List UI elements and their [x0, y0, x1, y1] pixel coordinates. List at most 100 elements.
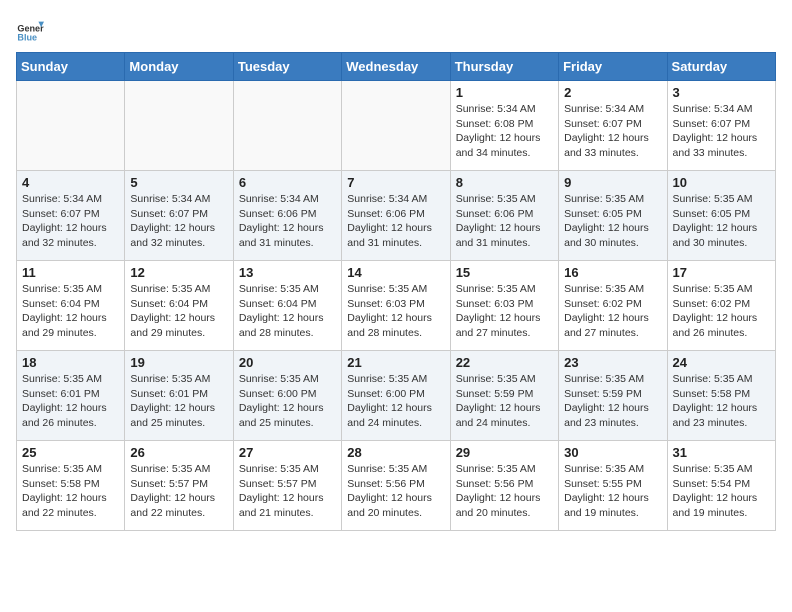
calendar-cell: 17Sunrise: 5:35 AM Sunset: 6:02 PM Dayli…	[667, 261, 775, 351]
calendar-cell: 13 Sunrise: 5:35 AM Sunset: 6:04 PM Dayli…	[233, 261, 341, 351]
calendar-cell: 16 Sunrise: 5:35 AM Sunset: 6:02 PM Dayli…	[559, 261, 667, 351]
calendar-cell: 9 Sunrise: 5:35 AM Sunset: 6:05 PM Daylig…	[559, 171, 667, 261]
day-number: 9	[564, 175, 661, 190]
day-number: 8	[456, 175, 553, 190]
calendar-week-4: 18 Sunrise: 5:35 AM Sunset: 6:01 PM Dayli…	[17, 351, 776, 441]
day-number: 13	[239, 265, 336, 280]
calendar-cell: 31Sunrise: 5:35 AM Sunset: 5:54 PM Dayli…	[667, 441, 775, 531]
calendar-cell: 24Sunrise: 5:35 AM Sunset: 5:58 PM Dayli…	[667, 351, 775, 441]
day-number: 23	[564, 355, 661, 370]
calendar-cell: 20Sunrise: 5:35 AM Sunset: 6:00 PM Dayli…	[233, 351, 341, 441]
day-info: Sunrise: 5:35 AM Sunset: 6:01 PM Dayligh…	[130, 372, 227, 431]
day-info: Sunrise: 5:35 AM Sunset: 6:04 PM Dayligh…	[130, 282, 227, 341]
day-number: 6	[239, 175, 336, 190]
calendar-cell	[17, 81, 125, 171]
calendar-cell: 28 Sunrise: 5:35 AM Sunset: 5:56 PM Dayli…	[342, 441, 450, 531]
day-number: 12	[130, 265, 227, 280]
calendar-cell	[342, 81, 450, 171]
logo-icon: General Blue	[16, 16, 44, 44]
calendar-cell: 15 Sunrise: 5:35 AM Sunset: 6:03 PM Dayli…	[450, 261, 558, 351]
day-number: 22	[456, 355, 553, 370]
day-number: 18	[22, 355, 119, 370]
header-tuesday: Tuesday	[233, 53, 341, 81]
day-info: Sunrise: 5:34 AM Sunset: 6:06 PM Dayligh…	[347, 192, 444, 251]
header-friday: Friday	[559, 53, 667, 81]
header-saturday: Saturday	[667, 53, 775, 81]
day-number: 3	[673, 85, 770, 100]
day-info: Sunrise: 5:34 AM Sunset: 6:08 PM Dayligh…	[456, 102, 553, 161]
svg-text:Blue: Blue	[17, 33, 37, 43]
day-number: 4	[22, 175, 119, 190]
day-info: Sunrise: 5:35 AM Sunset: 6:05 PM Dayligh…	[673, 192, 770, 251]
calendar-header: Sunday Monday Tuesday Wednesday Thursday…	[17, 53, 776, 81]
day-info: Sunrise: 5:35 AM Sunset: 5:56 PM Dayligh…	[456, 462, 553, 521]
day-info: Sunrise: 5:35 AM Sunset: 6:06 PM Dayligh…	[456, 192, 553, 251]
header-thursday: Thursday	[450, 53, 558, 81]
calendar-cell: 22 Sunrise: 5:35 AM Sunset: 5:59 PM Dayli…	[450, 351, 558, 441]
day-info: Sunrise: 5:35 AM Sunset: 6:00 PM Dayligh…	[347, 372, 444, 431]
calendar-cell	[125, 81, 233, 171]
day-number: 7	[347, 175, 444, 190]
calendar-cell: 3Sunrise: 5:34 AM Sunset: 6:07 PM Daylig…	[667, 81, 775, 171]
day-number: 25	[22, 445, 119, 460]
day-info: Sunrise: 5:35 AM Sunset: 5:58 PM Dayligh…	[22, 462, 119, 521]
calendar-cell: 14 Sunrise: 5:35 AM Sunset: 6:03 PM Dayli…	[342, 261, 450, 351]
day-info: Sunrise: 5:35 AM Sunset: 5:59 PM Dayligh…	[456, 372, 553, 431]
day-number: 5	[130, 175, 227, 190]
calendar-cell: 18 Sunrise: 5:35 AM Sunset: 6:01 PM Dayli…	[17, 351, 125, 441]
day-info: Sunrise: 5:35 AM Sunset: 5:58 PM Dayligh…	[673, 372, 770, 431]
day-number: 30	[564, 445, 661, 460]
day-info: Sunrise: 5:35 AM Sunset: 6:00 PM Dayligh…	[239, 372, 336, 431]
day-info: Sunrise: 5:35 AM Sunset: 6:01 PM Dayligh…	[22, 372, 119, 431]
day-number: 17	[673, 265, 770, 280]
day-info: Sunrise: 5:35 AM Sunset: 6:05 PM Dayligh…	[564, 192, 661, 251]
day-info: Sunrise: 5:35 AM Sunset: 5:57 PM Dayligh…	[130, 462, 227, 521]
calendar-cell: 11 Sunrise: 5:35 AM Sunset: 6:04 PM Dayli…	[17, 261, 125, 351]
calendar-cell: 27Sunrise: 5:35 AM Sunset: 5:57 PM Dayli…	[233, 441, 341, 531]
header-wednesday: Wednesday	[342, 53, 450, 81]
calendar-cell: 12 Sunrise: 5:35 AM Sunset: 6:04 PM Dayli…	[125, 261, 233, 351]
day-info: Sunrise: 5:35 AM Sunset: 5:54 PM Dayligh…	[673, 462, 770, 521]
header-row: Sunday Monday Tuesday Wednesday Thursday…	[17, 53, 776, 81]
day-info: Sunrise: 5:35 AM Sunset: 6:04 PM Dayligh…	[22, 282, 119, 341]
calendar-cell: 8 Sunrise: 5:35 AM Sunset: 6:06 PM Daylig…	[450, 171, 558, 261]
calendar-cell: 30 Sunrise: 5:35 AM Sunset: 5:55 PM Dayli…	[559, 441, 667, 531]
day-info: Sunrise: 5:35 AM Sunset: 5:59 PM Dayligh…	[564, 372, 661, 431]
day-number: 1	[456, 85, 553, 100]
calendar-cell: 10 Sunrise: 5:35 AM Sunset: 6:05 PM Dayli…	[667, 171, 775, 261]
day-info: Sunrise: 5:34 AM Sunset: 6:07 PM Dayligh…	[564, 102, 661, 161]
calendar-cell	[233, 81, 341, 171]
calendar-cell: 29 Sunrise: 5:35 AM Sunset: 5:56 PM Dayli…	[450, 441, 558, 531]
day-number: 11	[22, 265, 119, 280]
calendar-cell: 4Sunrise: 5:34 AM Sunset: 6:07 PM Daylig…	[17, 171, 125, 261]
day-number: 26	[130, 445, 227, 460]
day-info: Sunrise: 5:35 AM Sunset: 6:02 PM Dayligh…	[564, 282, 661, 341]
calendar-cell: 5Sunrise: 5:34 AM Sunset: 6:07 PM Daylig…	[125, 171, 233, 261]
header-sunday: Sunday	[17, 53, 125, 81]
day-number: 28	[347, 445, 444, 460]
calendar-cell: 23 Sunrise: 5:35 AM Sunset: 5:59 PM Dayli…	[559, 351, 667, 441]
day-info: Sunrise: 5:35 AM Sunset: 6:03 PM Dayligh…	[347, 282, 444, 341]
page-header: General Blue	[16, 16, 776, 44]
calendar-cell: 7 Sunrise: 5:34 AM Sunset: 6:06 PM Daylig…	[342, 171, 450, 261]
day-number: 19	[130, 355, 227, 370]
day-info: Sunrise: 5:35 AM Sunset: 5:56 PM Dayligh…	[347, 462, 444, 521]
calendar-week-3: 11 Sunrise: 5:35 AM Sunset: 6:04 PM Dayli…	[17, 261, 776, 351]
calendar-table: Sunday Monday Tuesday Wednesday Thursday…	[16, 52, 776, 531]
calendar-cell: 25 Sunrise: 5:35 AM Sunset: 5:58 PM Dayli…	[17, 441, 125, 531]
calendar-cell: 26 Sunrise: 5:35 AM Sunset: 5:57 PM Dayli…	[125, 441, 233, 531]
day-info: Sunrise: 5:35 AM Sunset: 6:04 PM Dayligh…	[239, 282, 336, 341]
calendar-cell: 6 Sunrise: 5:34 AM Sunset: 6:06 PM Daylig…	[233, 171, 341, 261]
calendar-week-2: 4Sunrise: 5:34 AM Sunset: 6:07 PM Daylig…	[17, 171, 776, 261]
day-number: 16	[564, 265, 661, 280]
day-number: 29	[456, 445, 553, 460]
day-number: 14	[347, 265, 444, 280]
day-number: 27	[239, 445, 336, 460]
day-info: Sunrise: 5:35 AM Sunset: 5:55 PM Dayligh…	[564, 462, 661, 521]
day-number: 15	[456, 265, 553, 280]
calendar-week-1: 1 Sunrise: 5:34 AM Sunset: 6:08 PM Daylig…	[17, 81, 776, 171]
calendar-cell: 2Sunrise: 5:34 AM Sunset: 6:07 PM Daylig…	[559, 81, 667, 171]
day-info: Sunrise: 5:35 AM Sunset: 6:03 PM Dayligh…	[456, 282, 553, 341]
day-info: Sunrise: 5:34 AM Sunset: 6:06 PM Dayligh…	[239, 192, 336, 251]
day-number: 10	[673, 175, 770, 190]
